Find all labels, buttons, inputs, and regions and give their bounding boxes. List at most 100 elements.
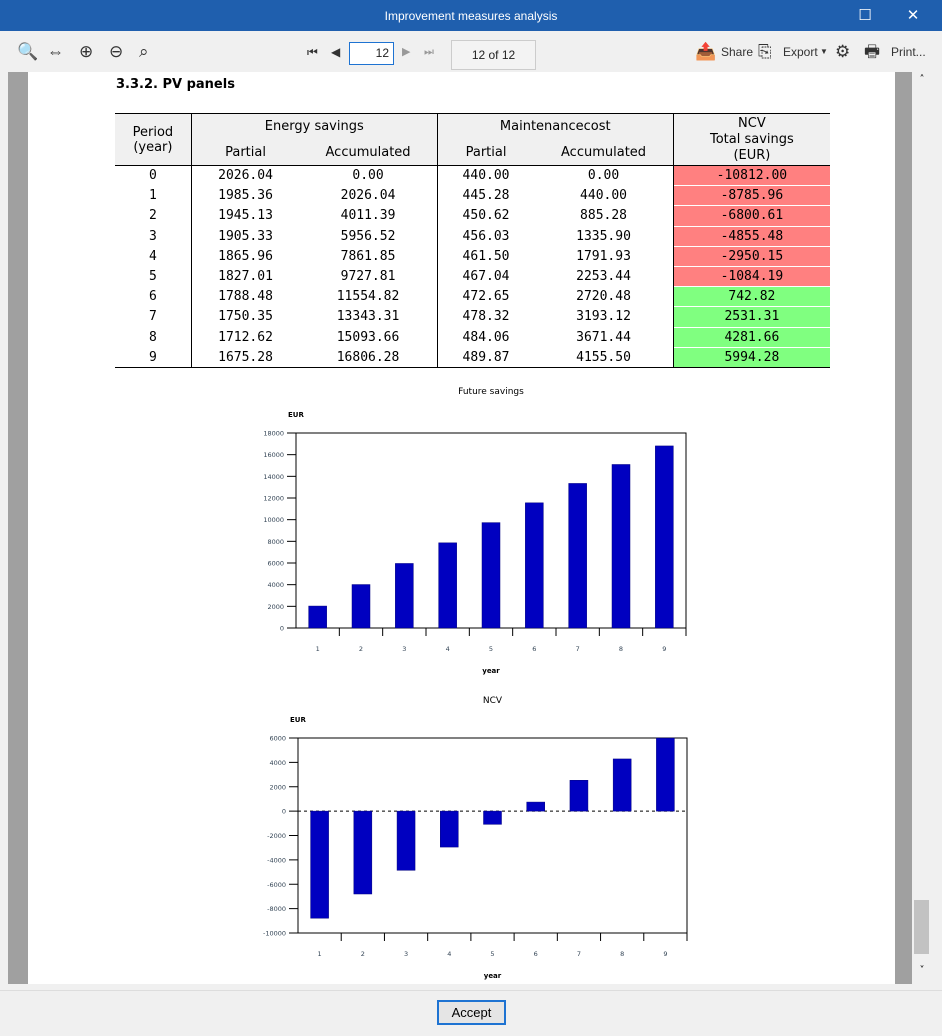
maximize-button[interactable]: ☐: [842, 0, 888, 31]
x-tick-label: 5: [490, 950, 494, 958]
y-tick-label: 0: [280, 625, 284, 633]
vertical-scrollbar[interactable]: ˄ ˅: [912, 72, 932, 984]
bar: [396, 810, 416, 871]
x-tick-label: 3: [402, 645, 406, 653]
y-tick-label: -8000: [267, 905, 286, 913]
chevron-down-icon[interactable]: ▼: [820, 41, 828, 63]
cell-energy-accumulated: 11554.82: [299, 286, 438, 307]
cell-period: 2: [115, 205, 192, 227]
cell-period: 4: [115, 246, 192, 267]
header-energy-savings: Energy savings: [190, 113, 438, 140]
x-tick-label: 4: [447, 950, 451, 958]
cell-maint-partial: 450.62: [436, 205, 535, 227]
y-axis-label: EUR: [290, 716, 306, 724]
cell-energy-accumulated: 0.00: [299, 165, 438, 186]
y-tick-label: -10000: [263, 930, 286, 938]
gear-icon[interactable]: ⚙: [835, 41, 850, 63]
left-margin: [8, 72, 28, 984]
x-axis-label: year: [484, 972, 502, 980]
export-icon[interactable]: ⎘: [758, 41, 772, 63]
y-tick-label: -6000: [267, 881, 286, 889]
scroll-down-icon[interactable]: ˅: [912, 965, 932, 976]
ncv-chart: NCV EUR year -10000 -8000 -6000 -4000 -2000 0 200…: [263, 696, 688, 980]
accept-button[interactable]: Accept: [437, 1000, 506, 1025]
bar: [526, 801, 545, 812]
cell-energy-partial: 1675.28: [190, 347, 300, 368]
zoom-page-icon[interactable]: 🔍: [17, 41, 38, 63]
cell-maint-partial: 472.65: [436, 286, 535, 307]
scroll-up-icon[interactable]: ˄: [912, 74, 932, 85]
table-row: 3 1905.33 5956.52 456.03 1335.90 -4855.48: [115, 226, 830, 247]
cell-period: 6: [115, 286, 192, 307]
cell-maint-accumulated: 3193.12: [534, 306, 674, 327]
cell-maint-partial: 478.32: [436, 306, 535, 327]
bar: [655, 445, 674, 629]
cell-maint-partial: 461.50: [436, 246, 535, 267]
scrollbar-thumb[interactable]: [914, 900, 929, 954]
x-tick-label: 8: [620, 950, 624, 958]
first-page-icon[interactable]: ⏮: [307, 41, 318, 63]
printer-icon[interactable]: 🖶: [864, 41, 880, 63]
cell-maint-partial: 445.28: [436, 185, 535, 206]
fit-width-icon[interactable]: ⇔: [47, 41, 64, 63]
x-tick-label: 9: [662, 645, 666, 653]
x-axis-label: year: [482, 667, 500, 675]
chart-title: Future savings: [458, 387, 524, 397]
cell-maint-partial: 484.06: [436, 327, 535, 348]
bar: [611, 464, 631, 629]
savings-table: Period (year) Energy savings Maintenancec…: [115, 113, 830, 368]
last-page-icon[interactable]: ⏭: [424, 41, 434, 63]
print-button[interactable]: Print...: [891, 41, 926, 63]
share-button[interactable]: Share: [721, 41, 753, 63]
toolbar: 🔍 ⇔ ⊕ ⊖ ⌕ ⏮ ◀ 12 ▶ ⏭ 12 of 12 📤 Share ⎘ …: [0, 31, 942, 72]
cell-maint-accumulated: 0.00: [534, 165, 674, 186]
y-tick-label: 10000: [263, 516, 284, 524]
cell-energy-partial: 1750.35: [190, 306, 300, 327]
cell-ncv: -4855.48: [672, 226, 830, 247]
cell-maint-partial: 440.00: [436, 165, 535, 186]
cell-maint-partial: 467.04: [436, 266, 535, 287]
cell-maint-accumulated: 3671.44: [534, 327, 674, 348]
future-savings-chart: Future savings EUR year 0 2000 4000 6000 8000 10…: [263, 387, 687, 675]
cell-maint-partial: 489.87: [436, 347, 535, 368]
cell-energy-partial: 1788.48: [190, 286, 300, 307]
y-tick-label: 14000: [263, 473, 284, 481]
table-row: 6 1788.48 11554.82 472.65 2720.48 742.82: [115, 286, 830, 308]
section-heading: 3.3.2. PV panels: [116, 77, 235, 92]
x-tick-label: 6: [532, 645, 536, 653]
table-row: 5 1827.01 9727.81 467.04 2253.44 -1084.19: [115, 266, 830, 288]
cell-maint-accumulated: 440.00: [534, 185, 674, 206]
table-row: 1 1985.36 2026.04 445.28 440.00 -8785.96: [115, 185, 830, 207]
header-maint-partial: Partial: [436, 139, 535, 166]
cell-energy-partial: 1712.62: [190, 327, 300, 348]
title-bar: Improvement measures analysis ☐ ✕: [0, 0, 942, 31]
y-tick-label: 4000: [269, 759, 286, 767]
cell-energy-partial: 1945.13: [190, 205, 300, 227]
next-page-icon[interactable]: ▶: [402, 41, 410, 63]
cell-energy-partial: 1985.36: [190, 185, 300, 206]
footer-bar: Accept: [0, 990, 942, 1036]
prev-page-icon[interactable]: ◀: [331, 41, 340, 63]
cell-maint-accumulated: 885.28: [534, 205, 674, 227]
export-button[interactable]: Export: [783, 41, 818, 63]
cell-period: 0: [115, 165, 192, 186]
cell-period: 5: [115, 266, 192, 287]
x-tick-label: 7: [576, 645, 580, 653]
page-number-input[interactable]: 12: [349, 42, 394, 65]
zoom-in-icon[interactable]: ⊕: [79, 41, 93, 63]
bar: [656, 737, 675, 812]
cell-maint-accumulated: 1335.90: [534, 226, 674, 247]
zoom-out-icon[interactable]: ⊖: [109, 41, 123, 63]
y-tick-label: 2000: [267, 603, 284, 611]
x-tick-label: 6: [534, 950, 538, 958]
cell-maint-accumulated: 1791.93: [534, 246, 674, 267]
share-icon[interactable]: 📤: [695, 41, 716, 63]
close-button[interactable]: ✕: [890, 0, 936, 31]
cell-ncv: -2950.15: [672, 246, 830, 267]
cell-period: 1: [115, 185, 192, 206]
zoom-area-icon[interactable]: ⌕: [139, 41, 149, 63]
cell-period: 8: [115, 327, 192, 348]
y-tick-label: 18000: [263, 430, 284, 438]
bar: [351, 584, 371, 629]
table-row: 0 2026.04 0.00 440.00 0.00 -10812.00: [115, 165, 830, 187]
